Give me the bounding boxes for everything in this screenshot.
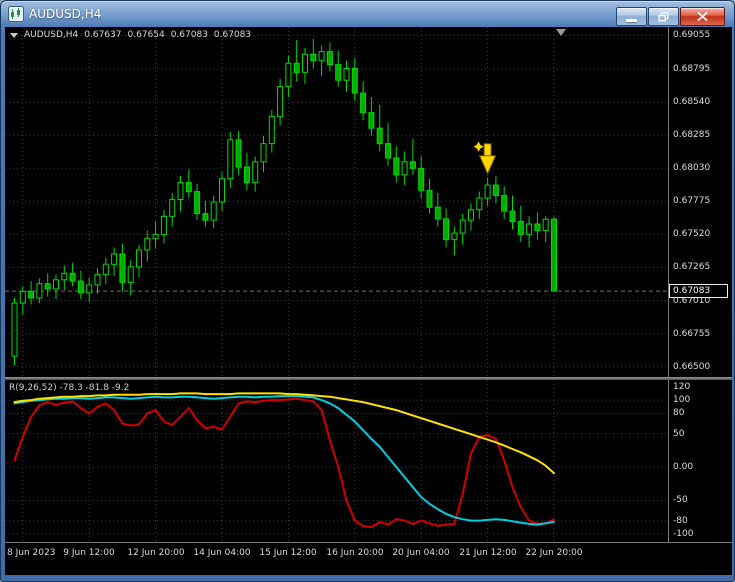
candles	[11, 38, 557, 366]
indicator-axis-label: 50	[673, 429, 685, 439]
minimize-button[interactable]	[616, 7, 647, 26]
down-arrow-icon	[478, 155, 497, 175]
title-bar[interactable]: AUDUSD,H4	[1, 1, 734, 27]
time-axis-label: 21 Jun 12:00	[459, 548, 517, 558]
close-button[interactable]	[680, 7, 725, 26]
time-axis-label: 12 Jun 20:00	[127, 548, 185, 558]
indicator-axis-label: 0.00	[673, 462, 694, 472]
price-axis-label: 0.67775	[673, 196, 711, 206]
price-axis-label: 0.68795	[673, 64, 711, 74]
indicator-axis-label: -100	[673, 529, 694, 539]
minimize-icon	[626, 18, 637, 22]
price-axis-label: 0.69055	[673, 30, 711, 40]
close-icon	[697, 12, 708, 21]
ohlc-close: 0.67083	[213, 30, 252, 40]
indicator-axis-label: -50	[673, 495, 688, 505]
app-icon	[8, 6, 24, 22]
indicator-chart-svg[interactable]	[5, 380, 668, 542]
price-axis-label: 0.68030	[673, 163, 711, 173]
time-axis-label: 15 Jun 12:00	[259, 548, 317, 558]
ohlc-info-line: AUDUSD,H4 0.67637 0.67654 0.67083 0.6708…	[10, 30, 251, 40]
indicator-label: R(9,26,52) -78.3 -81.8 -9.2	[9, 383, 130, 393]
indicator-axis-label: 120	[673, 382, 691, 392]
time-axis-label: 8 Jun 2023	[7, 548, 56, 558]
ohlc-symbol: AUDUSD,H4	[24, 30, 79, 40]
ohlc-low: 0.67083	[170, 30, 208, 40]
indicator-axis-label: 100	[673, 395, 691, 405]
time-axis-label: 20 Jun 04:00	[392, 548, 450, 558]
indicator-axis-label: -80	[673, 516, 688, 526]
window-controls	[615, 7, 725, 26]
main-chart-svg[interactable]	[5, 27, 668, 377]
pane-separator[interactable]	[5, 377, 732, 380]
ohlc-open: 0.67637	[84, 30, 122, 40]
time-axis[interactable]: 8 Jun 2023 9 Jun 12:00 12 Jun 20:00 14 Jun …	[5, 542, 732, 576]
indicator-line-R9	[13, 397, 555, 529]
chart-window: AUDUSD,H4 AUDUSD,H4 0.67637 0.67654 0.67…	[0, 0, 735, 582]
sell-arrow-annotation[interactable]	[473, 141, 497, 175]
price-axis-label: 0.68540	[673, 97, 711, 107]
ohlc-high: 0.67654	[127, 30, 165, 40]
indicator-line-R26	[13, 395, 555, 526]
window-title: AUDUSD,H4	[29, 7, 102, 21]
time-axis-label: 9 Jun 12:00	[63, 548, 115, 558]
price-axis-label: 0.66755	[673, 329, 711, 339]
price-axis-label: 0.68285	[673, 130, 711, 140]
price-axis-label: 0.66500	[673, 362, 711, 372]
indicator-axis-label: 80	[673, 408, 685, 418]
current-price-tag: 0.67083	[669, 284, 728, 298]
price-axis[interactable]: 0.67083 0.69055 0.68795 0.68540 0.68285 0.68…	[668, 27, 732, 542]
arrow-star-icon	[473, 141, 484, 152]
one-click-trading-toggle-icon[interactable]	[10, 32, 18, 38]
restore-icon	[658, 11, 669, 21]
price-axis-label: 0.67520	[673, 229, 711, 239]
restore-button[interactable]	[648, 7, 679, 26]
chart-client-area: AUDUSD,H4 0.67637 0.67654 0.67083 0.6708…	[5, 27, 732, 575]
price-axis-label: 0.67265	[673, 262, 711, 272]
time-axis-label: 16 Jun 20:00	[326, 548, 384, 558]
time-axis-label: 14 Jun 04:00	[193, 548, 251, 558]
time-axis-label: 22 Jun 20:00	[525, 548, 583, 558]
